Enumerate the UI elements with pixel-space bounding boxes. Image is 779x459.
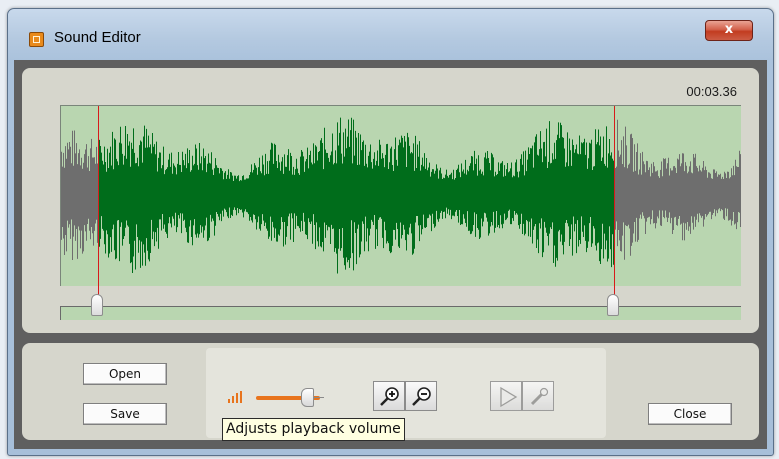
waveform-graph <box>61 117 741 274</box>
edit-button[interactable] <box>522 381 554 411</box>
close-icon: x <box>724 22 734 37</box>
sound-editor-window: Sound Editor x 00:03.36 Open Save Close <box>7 8 774 456</box>
volume-tooltip: Adjusts playback volume <box>222 418 405 441</box>
close-button[interactable]: Close <box>648 403 732 425</box>
waveform-samples <box>61 117 741 274</box>
volume-slider-handle[interactable] <box>301 388 314 407</box>
title-bar: Sound Editor x <box>8 9 773 61</box>
volume-slider-rest <box>314 397 324 398</box>
time-readout: 00:03.36 <box>686 84 737 99</box>
play-button[interactable] <box>490 381 522 411</box>
zoom-out-button[interactable] <box>405 381 437 411</box>
zoom-in-button[interactable] <box>373 381 405 411</box>
save-button[interactable]: Save <box>83 403 167 425</box>
window-title: Sound Editor <box>54 29 141 46</box>
waveform-panel: 00:03.36 <box>22 68 759 333</box>
selection-track[interactable] <box>60 306 741 320</box>
window-close-button[interactable]: x <box>705 20 753 41</box>
app-icon <box>29 32 44 47</box>
selection-start-marker <box>98 106 99 318</box>
waveform-area[interactable] <box>60 105 741 318</box>
client-area: 00:03.36 Open Save Close <box>14 60 767 449</box>
zoom-out-icon <box>412 387 431 406</box>
zoom-in-icon <box>380 387 399 406</box>
selection-start-handle[interactable] <box>91 294 103 316</box>
open-button[interactable]: Open <box>83 363 167 385</box>
selection-end-marker <box>614 106 615 318</box>
play-icon <box>500 386 518 408</box>
pencil-icon <box>530 387 549 406</box>
volume-icon <box>228 391 244 403</box>
selection-end-handle[interactable] <box>607 294 619 316</box>
